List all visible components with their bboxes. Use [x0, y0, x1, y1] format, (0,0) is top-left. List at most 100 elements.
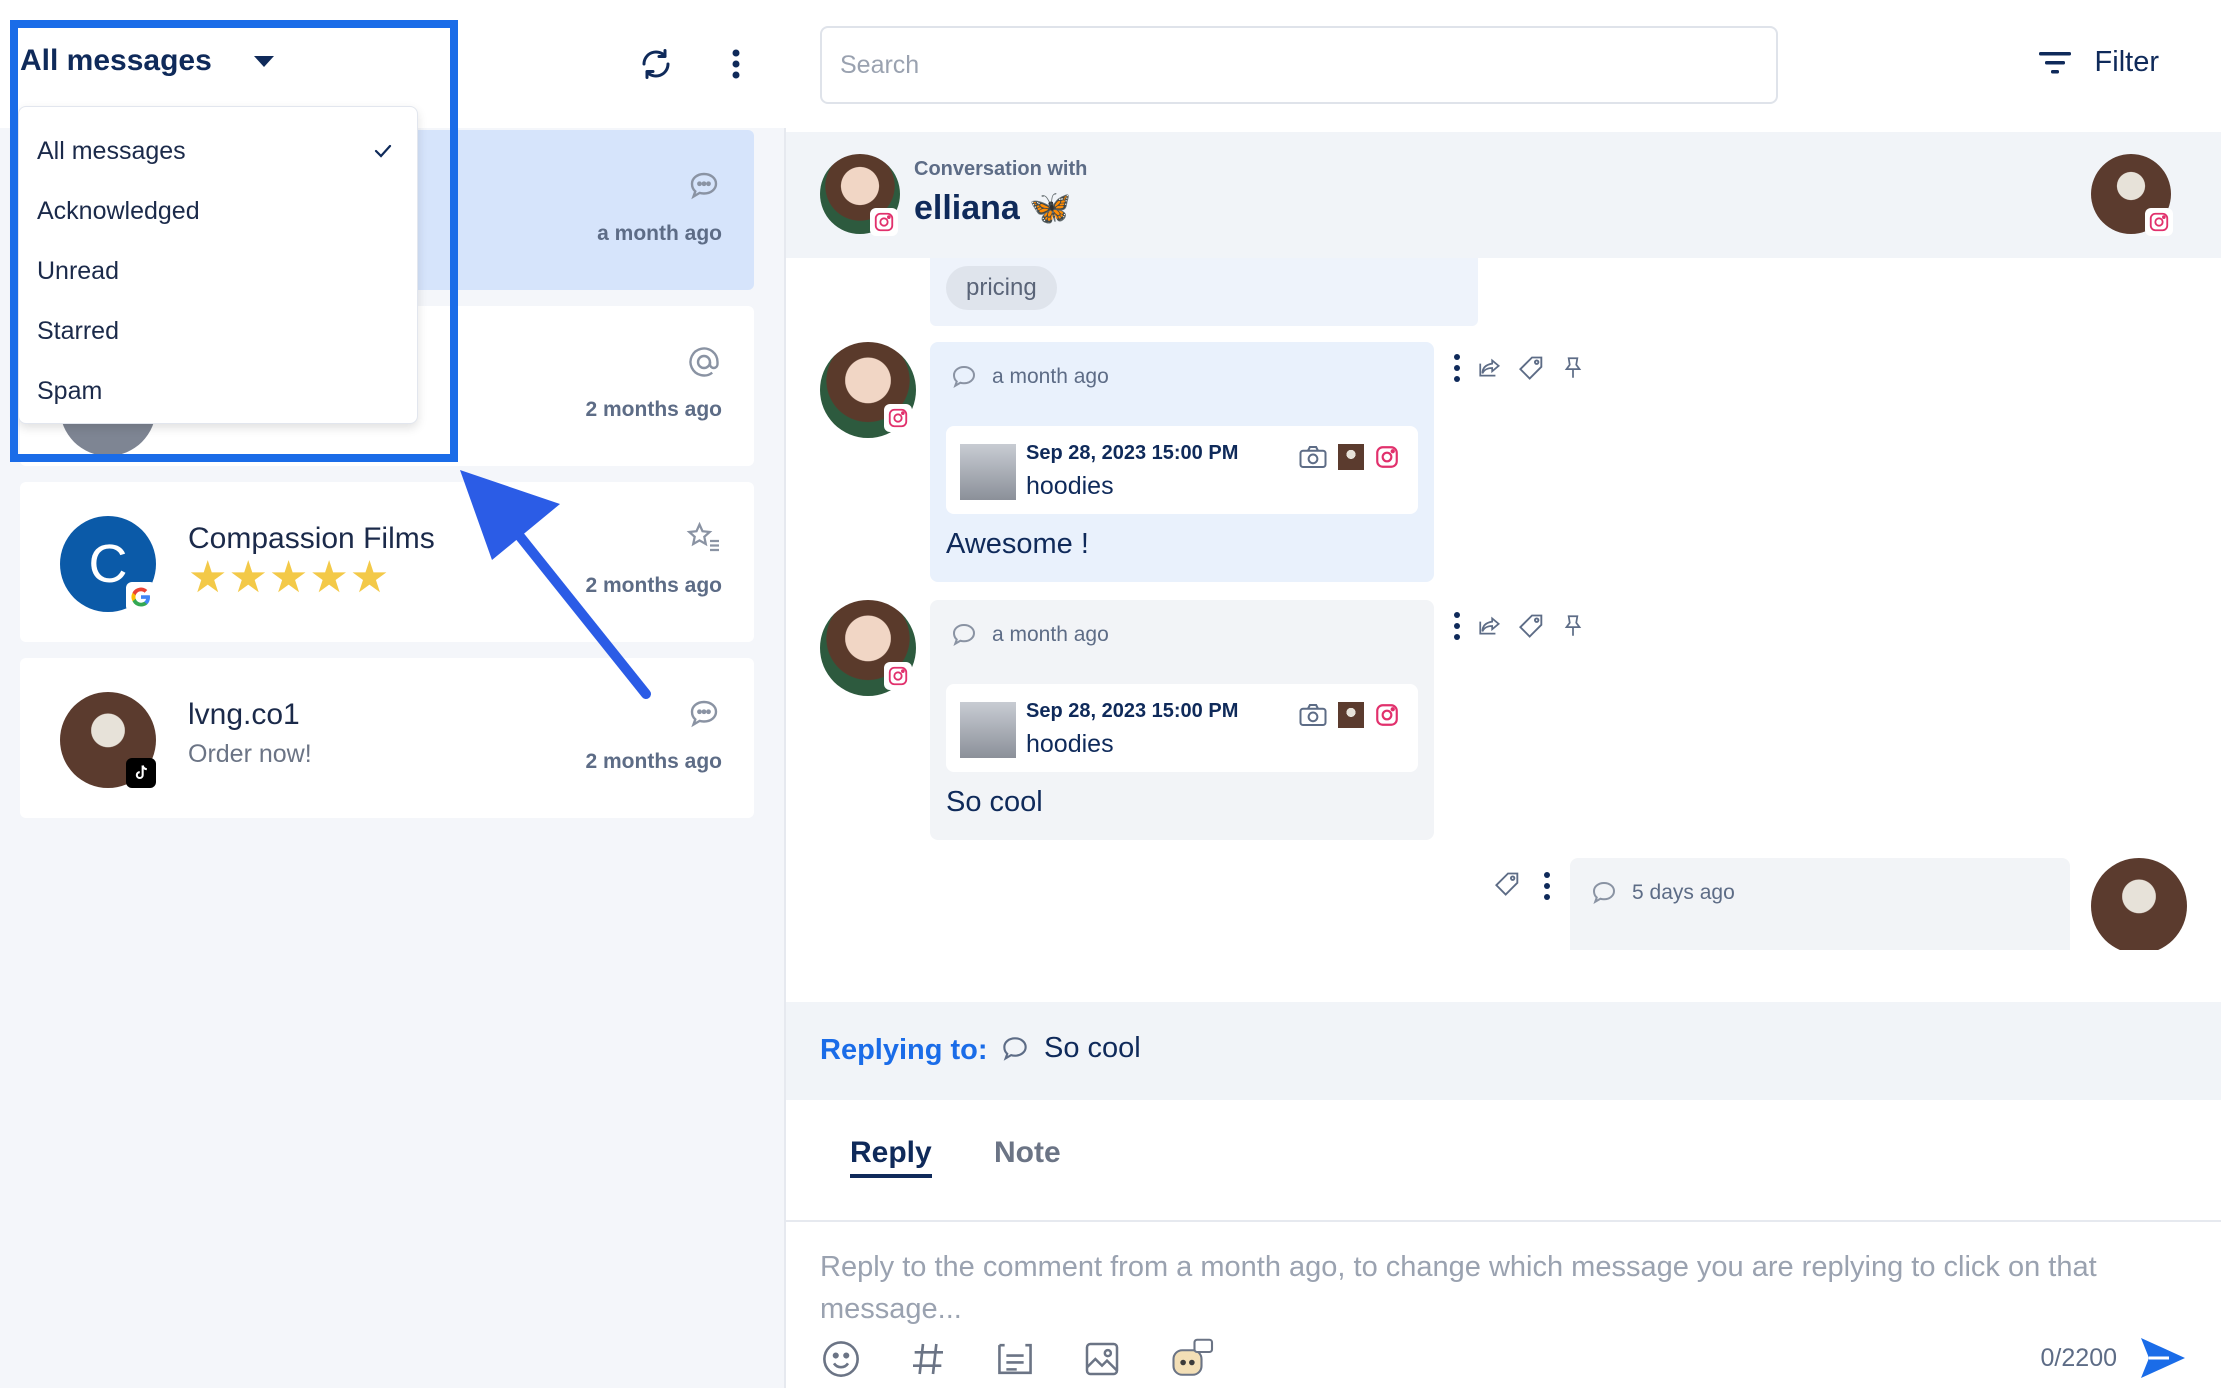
- conversation-name: Compassion Films: [188, 522, 435, 555]
- replying-to-label: Replying to:: [820, 1034, 988, 1066]
- post-date: Sep 28, 2023 15:00 PM: [1026, 700, 1239, 722]
- message-time: a month ago: [992, 623, 1109, 646]
- filter-option-unread[interactable]: Unread: [19, 241, 417, 301]
- comment-icon: [1592, 881, 1616, 904]
- message-bubble[interactable]: 5 days ago: [1570, 858, 2070, 950]
- refresh-button[interactable]: [636, 44, 676, 84]
- filter-icon: [2038, 51, 2071, 73]
- instagram-icon: [870, 208, 898, 236]
- reply-textarea[interactable]: Reply to the comment from a month ago, t…: [820, 1246, 2200, 1330]
- tag-pill[interactable]: pricing: [946, 266, 1057, 310]
- instagram-icon: [1376, 704, 1398, 726]
- filter-option-spam[interactable]: Spam: [19, 361, 417, 421]
- more-options-button[interactable]: [716, 44, 756, 84]
- hashtag-icon[interactable]: [908, 1339, 948, 1379]
- replying-to-text: So cool: [1044, 1032, 1141, 1064]
- conversation-time: 2 months ago: [585, 398, 722, 421]
- conversation-subtitle: Conversation with: [914, 158, 1088, 180]
- outgoing-message[interactable]: 5 days ago: [786, 858, 2221, 950]
- message-actions: [1452, 352, 1586, 384]
- kebab-icon[interactable]: [1542, 870, 1552, 902]
- tab-note[interactable]: Note: [994, 1136, 1061, 1170]
- saved-reply-icon[interactable]: [994, 1340, 1036, 1378]
- filter-option-starred[interactable]: Starred: [19, 301, 417, 361]
- comment-icon: [1003, 1036, 1027, 1061]
- message-filter-select[interactable]: All messages: [20, 44, 274, 78]
- account-avatar: [1338, 444, 1364, 470]
- filter-option-all-messages[interactable]: All messages: [19, 121, 417, 181]
- image-icon[interactable]: [1082, 1339, 1122, 1379]
- kebab-icon[interactable]: [1452, 352, 1462, 384]
- filter-option-label: All messages: [37, 136, 186, 165]
- filter-option-label: Spam: [37, 376, 103, 405]
- filter-select-label: All messages: [20, 44, 212, 77]
- tiktok-icon: [126, 758, 156, 788]
- post-title: hoodies: [1026, 472, 1114, 500]
- account-avatar: [2091, 858, 2187, 950]
- share-icon[interactable]: [1476, 355, 1504, 381]
- conversation-panel: Filter Conversation with elliana 🦋 prici…: [786, 0, 2221, 1388]
- send-icon[interactable]: [2139, 1336, 2187, 1380]
- post-date: Sep 28, 2023 15:00 PM: [1026, 442, 1239, 464]
- star-list-icon: [686, 521, 719, 552]
- character-count: 0/2200: [2040, 1344, 2117, 1372]
- filter-option-label: Unread: [37, 256, 119, 285]
- mention-icon: [689, 347, 719, 377]
- emoji-icon[interactable]: [820, 1338, 862, 1380]
- tag-icon[interactable]: [1494, 870, 1522, 898]
- pin-icon[interactable]: [1560, 354, 1586, 382]
- reply-composer[interactable]: Reply to the comment from a month ago, t…: [786, 1220, 2221, 1388]
- post-thumbnail: [960, 702, 1016, 758]
- account-avatar: [1338, 702, 1364, 728]
- chevron-down-icon: [253, 55, 274, 67]
- instagram-icon: [884, 662, 912, 690]
- comment-icon: [690, 700, 718, 728]
- replying-to-bar: Replying to: So cool: [786, 1002, 2221, 1100]
- message-bubble[interactable]: a month ago Sep 28, 2023 15:00 PM hoodie…: [930, 342, 1434, 582]
- conversation-time: 2 months ago: [585, 750, 722, 773]
- post-thumbnail: [960, 444, 1016, 500]
- instagram-icon: [884, 404, 912, 432]
- tag-icon[interactable]: [1518, 612, 1546, 640]
- annotation-arrow: [460, 470, 651, 699]
- refresh-icon: [642, 49, 670, 79]
- share-icon[interactable]: [1476, 613, 1504, 639]
- camera-icon: [1299, 704, 1327, 726]
- message-time: 5 days ago: [1632, 881, 1735, 904]
- ai-assistant-icon[interactable]: [1168, 1338, 1214, 1380]
- filter-button-label: Filter: [2094, 46, 2159, 78]
- composer-tabs: Reply Note: [786, 1100, 2221, 1220]
- search-input[interactable]: [820, 26, 1778, 104]
- kebab-icon[interactable]: [1452, 610, 1462, 642]
- instagram-icon: [2145, 208, 2173, 236]
- rating-stars: ★★★★★: [188, 553, 391, 602]
- filter-option-label: Acknowledged: [37, 196, 200, 225]
- message-bubble[interactable]: a month ago Sep 28, 2023 15:00 PM hoodie…: [930, 600, 1434, 840]
- pin-icon[interactable]: [1560, 612, 1586, 640]
- filter-dropdown-menu: All messages Acknowledged Unread Starred…: [18, 106, 418, 424]
- filter-option-acknowledged[interactable]: Acknowledged: [19, 181, 417, 241]
- message-bubble-partial: pricing: [930, 258, 1478, 326]
- tag-icon[interactable]: [1518, 354, 1546, 382]
- message-thread[interactable]: pricing a month ago Sep 28, 2023 15:00 P…: [786, 258, 2221, 950]
- instagram-icon: [1376, 446, 1398, 468]
- replying-to-target[interactable]: So cool: [998, 1032, 1141, 1065]
- message-actions: [1452, 610, 1586, 642]
- conversation-time: a month ago: [597, 222, 722, 245]
- post-title: hoodies: [1026, 730, 1114, 758]
- post-card[interactable]: Sep 28, 2023 15:00 PM hoodies: [946, 684, 1418, 772]
- filter-option-label: Starred: [37, 316, 119, 345]
- message-time: a month ago: [992, 365, 1109, 388]
- tab-reply[interactable]: Reply: [850, 1136, 932, 1178]
- comment-icon: [952, 623, 976, 646]
- composer-toolbar: [820, 1338, 1214, 1380]
- post-card[interactable]: Sep 28, 2023 15:00 PM hoodies: [946, 426, 1418, 514]
- comment-icon: [952, 365, 976, 388]
- filter-button[interactable]: Filter: [2037, 46, 2159, 79]
- conversation-contact-name: elliana 🦋: [914, 189, 1072, 227]
- message-text: So cool: [946, 786, 1043, 818]
- conversation-header: Conversation with elliana 🦋: [786, 132, 2221, 258]
- conversation-preview: Order now!: [188, 740, 312, 768]
- conversation-sidebar: All messages a month ago 2 months ago C …: [0, 0, 786, 1388]
- camera-icon: [1299, 446, 1327, 468]
